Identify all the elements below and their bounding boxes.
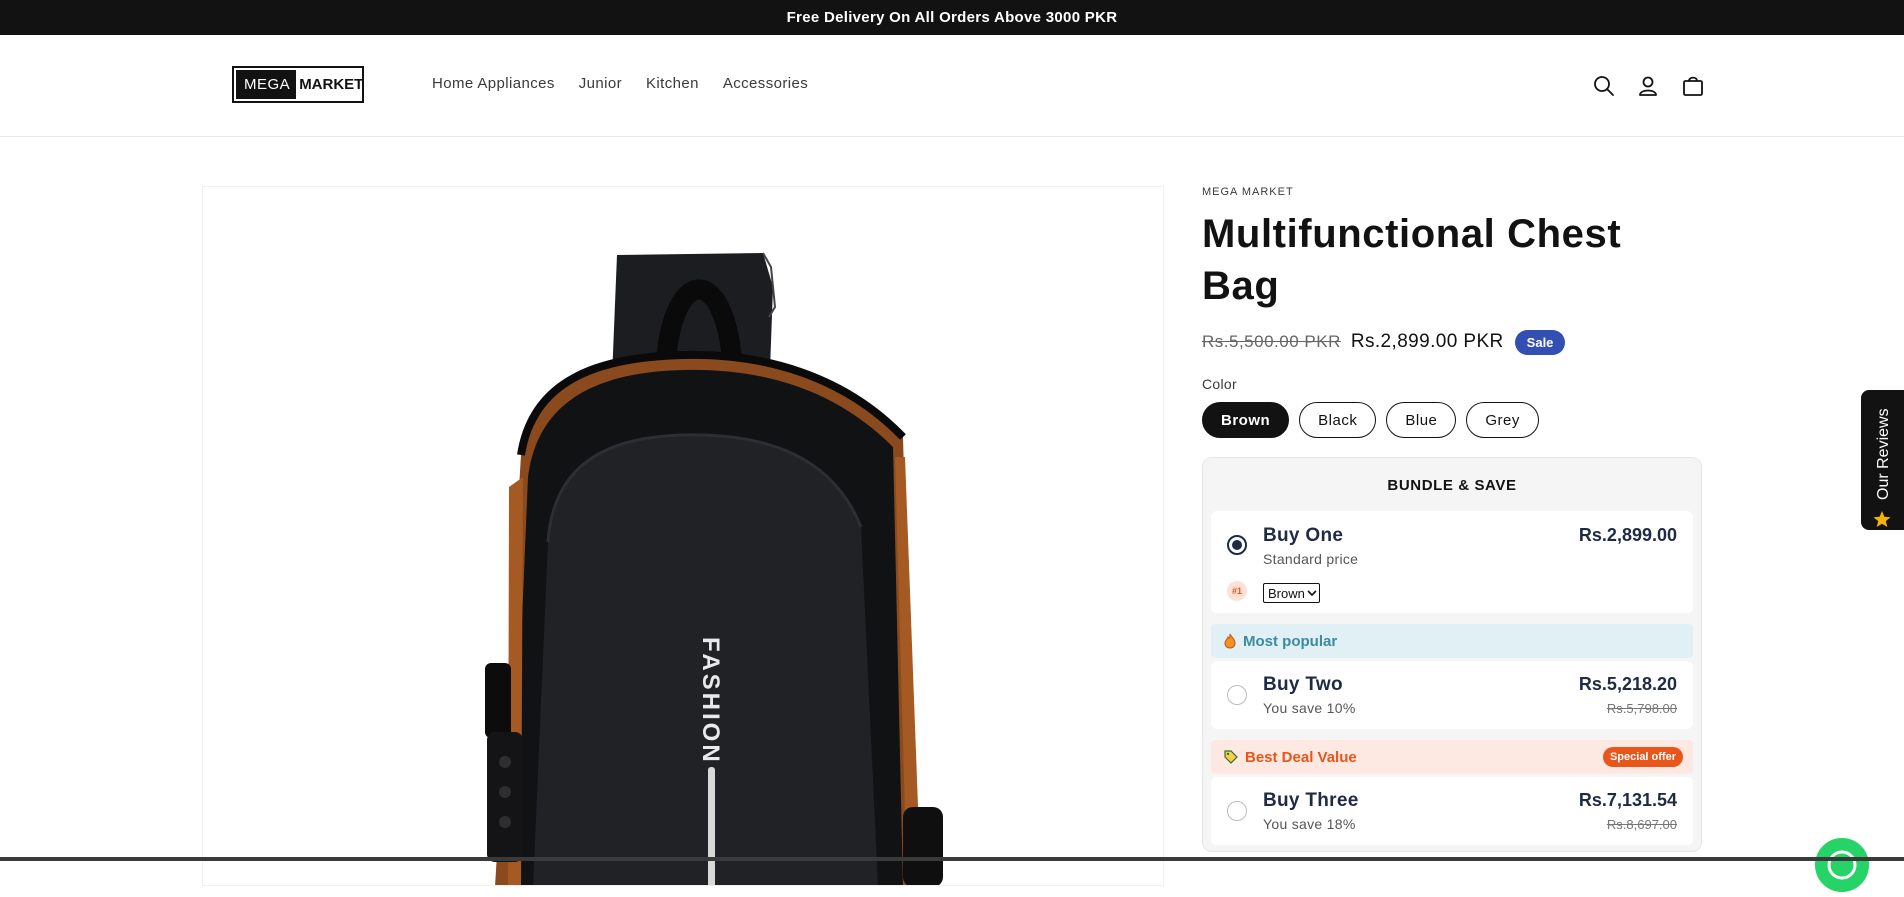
reviews-side-tab[interactable]: Our Reviews	[1861, 390, 1904, 530]
radio-buy-one[interactable]	[1227, 535, 1247, 555]
reviews-tab-graphic: Our Reviews	[1873, 408, 1892, 527]
logo-part-2: MARKET	[299, 76, 364, 93]
special-offer-badge: Special offer	[1602, 747, 1683, 767]
color-option-blue[interactable]: Blue	[1386, 402, 1457, 438]
announcement-bar: Free Delivery On All Orders Above 3000 P…	[0, 0, 1904, 35]
bundle-option-buy-two[interactable]: Buy Two You save 10% Rs.5,218.20 Rs.5,79…	[1211, 661, 1693, 729]
product-title-line-1: Multifunctional Chest	[1202, 212, 1622, 256]
option-name: Buy Two	[1263, 674, 1343, 695]
logo-part-1: MEGA	[236, 70, 297, 99]
radio-buy-two[interactable]	[1227, 685, 1247, 705]
option-compare-price: Rs.5,798.00	[1606, 701, 1677, 716]
option-subtitle: You save 10%	[1263, 700, 1356, 716]
bundle-option-buy-three[interactable]: Buy Three You save 18% Rs.7,131.54 Rs.8,…	[1211, 777, 1693, 845]
variant-select-value: Brown	[1268, 585, 1305, 601]
chevron-down-icon	[1307, 590, 1317, 597]
reviews-tab-label: Our Reviews	[1875, 408, 1892, 500]
option-price: Rs.5,218.20	[1578, 674, 1677, 694]
search-icon[interactable]	[1589, 71, 1619, 101]
nav-home-appliances[interactable]: Home Appliances	[432, 75, 555, 92]
tag-icon	[1224, 750, 1238, 764]
radio-buy-three[interactable]	[1227, 801, 1247, 821]
color-label: Color	[1202, 376, 1237, 392]
best-deal-strip: Best Deal Value Special offer	[1211, 740, 1693, 774]
option-subtitle: You save 18%	[1263, 816, 1356, 832]
product-info: MEGA MARKET Multifunctional Chest Bag Rs…	[1202, 186, 1702, 438]
variant-select[interactable]: Brown	[1263, 583, 1320, 603]
bundle-and-save: BUNDLE & SAVE Buy One Standard price Rs.…	[1202, 457, 1702, 852]
logo[interactable]: MEGA MARKET	[232, 66, 364, 103]
whatsapp-icon	[1827, 850, 1857, 880]
account-icon[interactable]	[1633, 71, 1663, 101]
star-icon	[1873, 511, 1891, 527]
product-image[interactable]: FASHION	[202, 186, 1164, 886]
option-name: Buy Three	[1263, 790, 1359, 811]
color-option-grey[interactable]: Grey	[1466, 402, 1539, 438]
product-title-line-2: Bag	[1202, 264, 1280, 308]
option-price: Rs.2,899.00	[1578, 525, 1677, 545]
color-option-black[interactable]: Black	[1299, 402, 1377, 438]
bundle-option-buy-one[interactable]: Buy One Standard price Rs.2,899.00 #1 Br…	[1211, 511, 1693, 613]
announcement-text: Free Delivery On All Orders Above 3000 P…	[786, 9, 1118, 26]
price-row: Rs.5,500.00 PKR Rs.2,899.00 PKR Sale	[1202, 328, 1702, 356]
image-brand-text: FASHION	[697, 637, 724, 765]
main-nav: Home Appliances Junior Kitchen Accessori…	[432, 75, 832, 92]
most-popular-label: Most popular	[1243, 632, 1338, 650]
most-popular-strip: Most popular	[1211, 624, 1693, 658]
option-name: Buy One	[1263, 525, 1344, 546]
sale-badge: Sale	[1514, 329, 1566, 355]
nav-kitchen[interactable]: Kitchen	[646, 75, 699, 92]
compare-price: Rs.5,500.00 PKR	[1202, 332, 1341, 351]
product-vendor: MEGA MARKET	[1202, 186, 1294, 198]
item-number-tag: #1	[1227, 581, 1247, 601]
sale-price: Rs.2,899.00 PKR	[1350, 331, 1504, 352]
option-subtitle: Standard price	[1263, 551, 1359, 567]
site-header: MEGA MARKET Home Appliances Junior Kitch…	[0, 35, 1904, 137]
cart-icon[interactable]	[1678, 71, 1708, 101]
nav-junior[interactable]: Junior	[579, 75, 622, 92]
nav-accessories[interactable]: Accessories	[723, 75, 808, 92]
whatsapp-chat-button[interactable]	[1815, 838, 1869, 892]
bottom-divider	[0, 857, 1904, 861]
chest-bag-illustration: FASHION	[485, 252, 943, 885]
bundle-title: BUNDLE & SAVE	[1387, 477, 1517, 494]
product-title: Multifunctional Chest Bag	[1202, 208, 1702, 312]
color-options: Brown Black Blue Grey	[1202, 402, 1702, 438]
option-price: Rs.7,131.54	[1578, 790, 1677, 810]
color-option-brown[interactable]: Brown	[1202, 402, 1290, 438]
fire-icon	[1224, 633, 1236, 649]
option-compare-price: Rs.8,697.00	[1606, 817, 1677, 832]
best-deal-label: Best Deal Value	[1245, 748, 1357, 766]
